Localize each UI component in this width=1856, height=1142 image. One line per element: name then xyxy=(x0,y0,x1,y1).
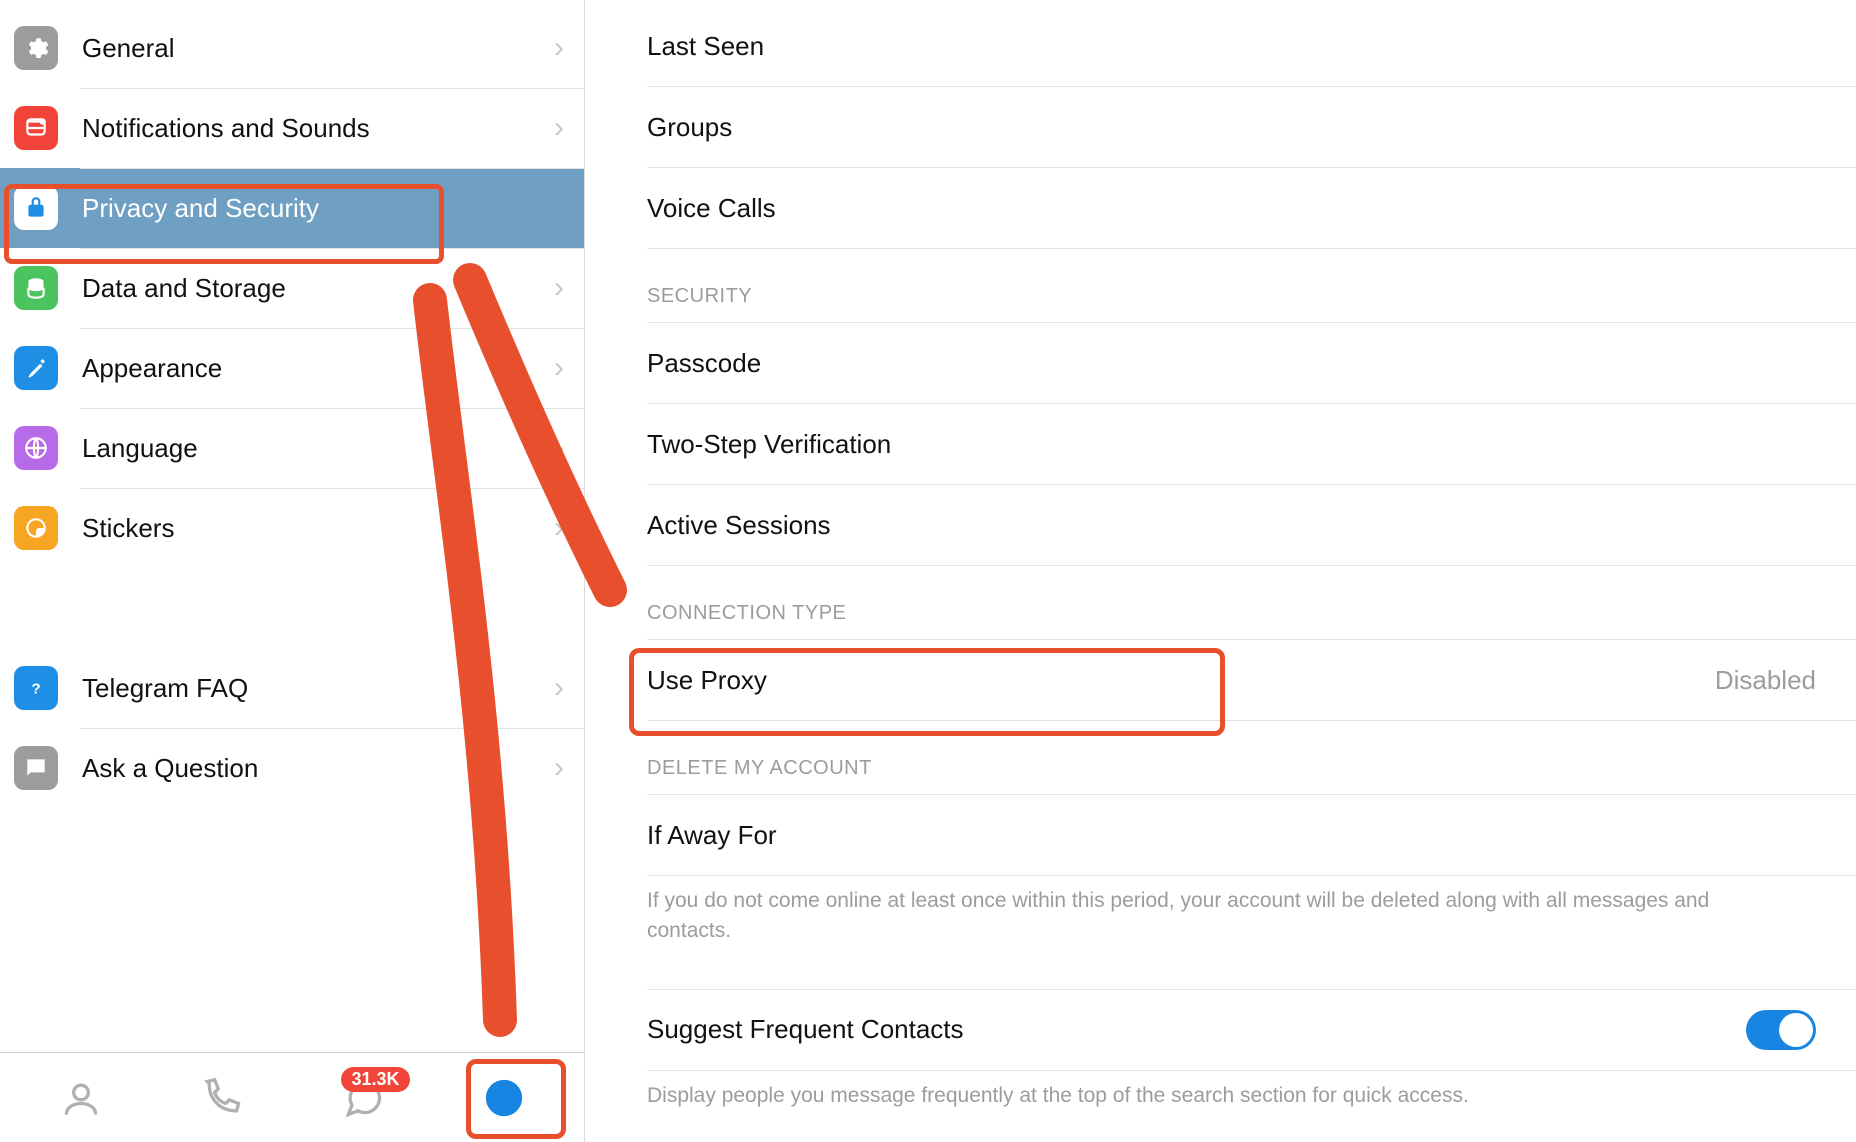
row-passcode[interactable]: Passcode xyxy=(585,323,1856,403)
settings-detail-pane: Last Seen Groups Voice Calls Security Pa… xyxy=(585,0,1856,1142)
brush-icon xyxy=(14,346,58,390)
row-label: Groups xyxy=(647,112,732,143)
tab-contacts[interactable] xyxy=(26,1063,136,1133)
row-use-proxy[interactable]: Use Proxy Disabled xyxy=(585,640,1856,720)
chevron-right-icon: › xyxy=(554,671,564,705)
globe-icon xyxy=(14,426,58,470)
row-label: Suggest Frequent Contacts xyxy=(647,1014,964,1045)
chevron-right-icon: › xyxy=(554,351,564,385)
chevron-right-icon: › xyxy=(554,271,564,305)
bottom-tab-bar: 31.3K xyxy=(0,1052,584,1142)
sidebar-item-label: Ask a Question xyxy=(82,753,258,784)
row-value: Disabled xyxy=(1715,665,1816,696)
sidebar-item-data[interactable]: Data and Storage › xyxy=(0,248,584,328)
sidebar-item-privacy[interactable]: Privacy and Security xyxy=(0,168,584,248)
sidebar-item-ask[interactable]: Ask a Question › xyxy=(0,728,584,808)
section-header-delete: Delete My Account xyxy=(585,721,1856,794)
gear-icon xyxy=(14,26,58,70)
tab-chats[interactable]: 31.3K xyxy=(308,1063,418,1133)
tab-calls[interactable] xyxy=(167,1063,277,1133)
row-if-away[interactable]: If Away For xyxy=(585,795,1856,875)
bell-icon xyxy=(14,106,58,150)
row-label: Last Seen xyxy=(647,31,764,62)
sidebar-item-general[interactable]: General › xyxy=(0,8,584,88)
row-two-step[interactable]: Two-Step Verification xyxy=(585,404,1856,484)
row-label: Voice Calls xyxy=(647,193,776,224)
tab-settings[interactable] xyxy=(449,1063,559,1133)
sidebar-item-label: Stickers xyxy=(82,513,174,544)
sidebar-item-label: Telegram FAQ xyxy=(82,673,248,704)
row-suggest-contacts[interactable]: Suggest Frequent Contacts xyxy=(585,990,1856,1070)
row-last-seen[interactable]: Last Seen xyxy=(585,6,1856,86)
chevron-right-icon: › xyxy=(554,431,564,465)
svg-text:?: ? xyxy=(31,680,40,697)
section-header-connection: Connection Type xyxy=(585,566,1856,639)
chevron-right-icon: › xyxy=(554,111,564,145)
row-label: If Away For xyxy=(647,820,777,851)
sidebar-item-language[interactable]: Language › xyxy=(0,408,584,488)
sidebar-item-notifications[interactable]: Notifications and Sounds › xyxy=(0,88,584,168)
sidebar-item-faq[interactable]: ? Telegram FAQ › xyxy=(0,648,584,728)
sidebar-item-appearance[interactable]: Appearance › xyxy=(0,328,584,408)
row-label: Passcode xyxy=(647,348,761,379)
chevron-right-icon: › xyxy=(554,751,564,785)
chevron-right-icon: › xyxy=(554,511,564,545)
settings-sidebar: General › Notifications and Sounds › Pri… xyxy=(0,0,585,1142)
section-header-security: Security xyxy=(585,249,1856,322)
row-label: Two-Step Verification xyxy=(647,429,891,460)
chat-icon xyxy=(14,746,58,790)
unread-badge: 31.3K xyxy=(341,1067,409,1092)
sidebar-item-label: Appearance xyxy=(82,353,222,384)
sidebar-item-label: Data and Storage xyxy=(82,273,286,304)
delete-account-description: If you do not come online at least once … xyxy=(585,876,1856,947)
database-icon xyxy=(14,266,58,310)
sidebar-item-label: Language xyxy=(82,433,198,464)
row-label: Active Sessions xyxy=(647,510,831,541)
lock-icon xyxy=(14,186,58,230)
row-groups[interactable]: Groups xyxy=(585,87,1856,167)
row-active-sessions[interactable]: Active Sessions xyxy=(585,485,1856,565)
help-icon: ? xyxy=(14,666,58,710)
suggest-contacts-description: Display people you message frequently at… xyxy=(585,1071,1856,1111)
sidebar-item-label: Privacy and Security xyxy=(82,193,319,224)
sidebar-item-label: Notifications and Sounds xyxy=(82,113,370,144)
row-voice-calls[interactable]: Voice Calls xyxy=(585,168,1856,248)
sticker-icon xyxy=(14,506,58,550)
row-label: Use Proxy xyxy=(647,665,767,696)
sidebar-item-stickers[interactable]: Stickers › xyxy=(0,488,584,568)
sidebar-item-label: General xyxy=(82,33,175,64)
toggle-suggest-contacts[interactable] xyxy=(1746,1010,1816,1050)
chevron-right-icon: › xyxy=(554,31,564,65)
